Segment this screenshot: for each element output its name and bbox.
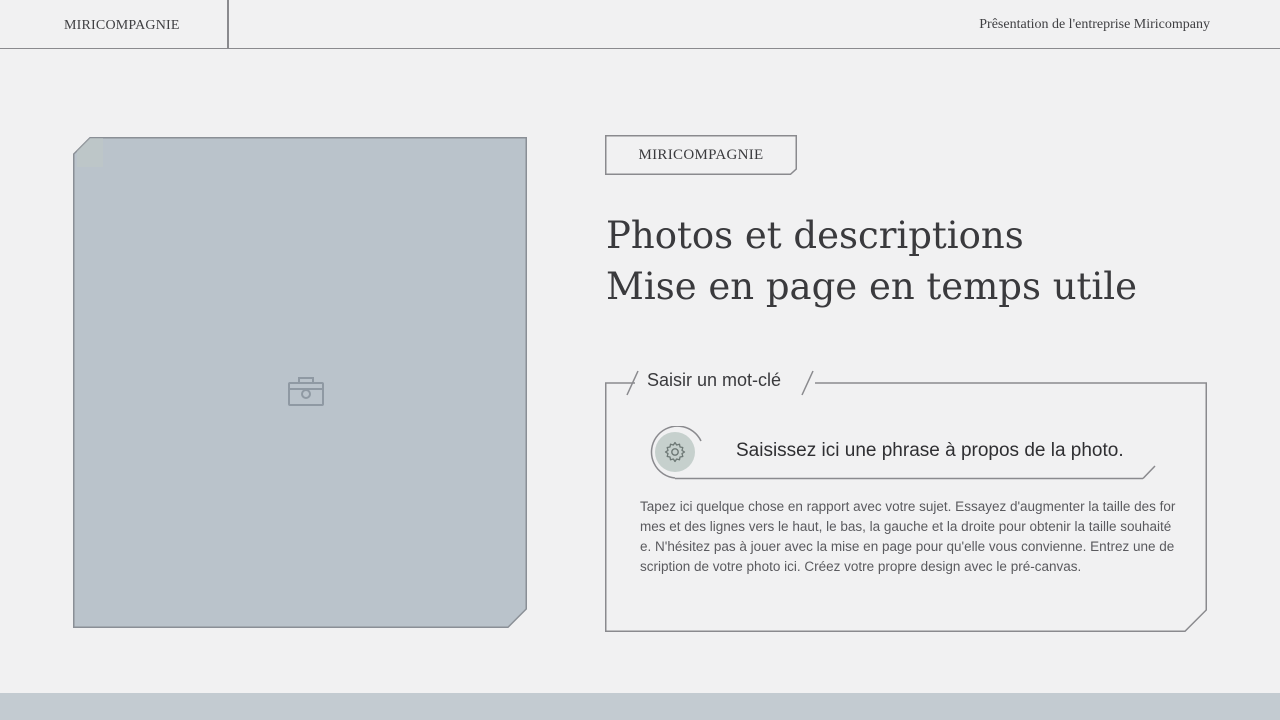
brand-name: MIRICOMPAGNIE xyxy=(64,18,180,33)
caption-text: Saisissez ici une phrase à propos de la … xyxy=(736,440,1124,461)
photo-caption: Saisissez ici une phrase à propos de la … xyxy=(649,426,1157,480)
tag-label: MIRICOMPAGNIE xyxy=(638,147,764,163)
keyword-label: Saisir un mot-clé xyxy=(647,370,782,390)
header-bar: MIRICOMPAGNIE Prêsentation de l'entrepri… xyxy=(0,0,1280,49)
page-title: Photos et descriptions Mise en page en t… xyxy=(606,210,1137,312)
gear-icon xyxy=(655,432,695,472)
photo-placeholder[interactable] xyxy=(73,137,527,628)
title-line-2: Mise en page en temps utile xyxy=(606,265,1137,308)
header-divider xyxy=(227,0,229,48)
presentation-title: Prêsentation de l'entreprise Miricompany xyxy=(979,17,1210,32)
camera-icon xyxy=(287,375,325,407)
title-line-1: Photos et descriptions xyxy=(606,214,1024,257)
footer-band xyxy=(0,693,1280,720)
category-tag: MIRICOMPAGNIE xyxy=(605,135,797,175)
description-text: Tapez ici quelque chose en rapport avec … xyxy=(640,499,1176,574)
description-card: Saisir un mot-clé Saisissez ici une phra… xyxy=(605,368,1208,633)
